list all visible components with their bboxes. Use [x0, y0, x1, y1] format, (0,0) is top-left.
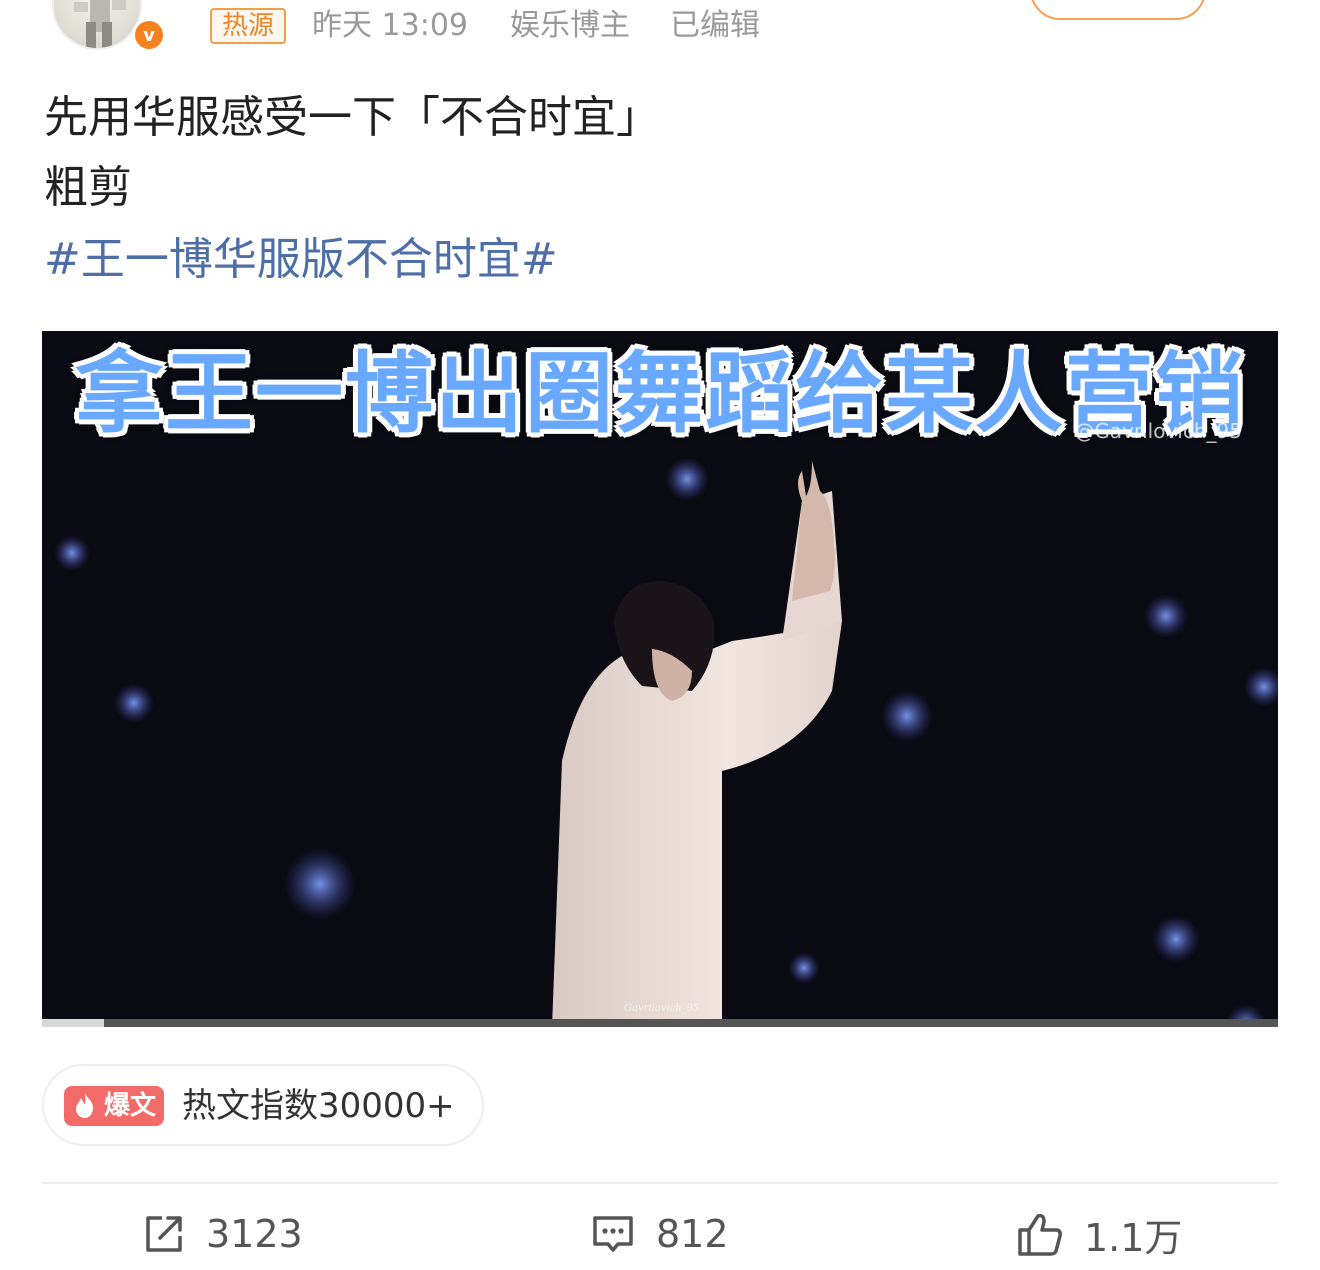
comment-button[interactable]: 812: [590, 1206, 729, 1262]
hashtag-link[interactable]: #王一博华服版不合时宜#: [44, 230, 558, 290]
edited-label[interactable]: 已编辑: [670, 6, 760, 46]
video-watermark-bottom: Gavrilovich_95: [624, 1003, 700, 1014]
video-player[interactable]: 拿王一博出圈舞蹈给某人营销 @Gavrilovich_95 Gavrilovic…: [42, 331, 1278, 1027]
video-progress-fill: [42, 1019, 104, 1027]
avatar-illustration: [74, 0, 126, 48]
baowen-tag: 爆文: [64, 1086, 165, 1126]
action-divider: [42, 1182, 1278, 1184]
follow-button[interactable]: [1030, 0, 1206, 20]
repost-count: 3123: [206, 1212, 303, 1256]
thumbs-up-icon: [1018, 1213, 1062, 1256]
avatar-container[interactable]: v: [44, 0, 166, 52]
repost-button[interactable]: 3123: [142, 1206, 303, 1262]
hot-index-badge[interactable]: 爆文 热文指数30000+: [42, 1064, 484, 1146]
baowen-label: 爆文: [104, 1091, 157, 1121]
like-count: 1.1万: [1084, 1215, 1183, 1260]
post-text-line-1: 先用华服感受一下「不合时宜」: [44, 92, 660, 143]
video-watermark: @Gavrilovich_95: [1074, 419, 1242, 443]
author-role: 娱乐博主: [510, 8, 630, 43]
flame-icon: [76, 1094, 93, 1118]
hot-source-tag[interactable]: 热源: [210, 8, 287, 44]
post-time: 昨天 13:09: [312, 8, 468, 43]
post-header: v 热源 昨天 13:09 娱乐博主 已编辑: [0, 0, 1320, 60]
repost-icon: [146, 1216, 182, 1252]
comment-icon: [593, 1216, 633, 1252]
avatar[interactable]: [52, 0, 142, 50]
comment-count: 812: [656, 1212, 729, 1256]
video-progress-bar[interactable]: [42, 1019, 1278, 1027]
hot-index-text: 热文指数30000+: [182, 1086, 455, 1126]
like-button[interactable]: 1.1万: [1016, 1206, 1182, 1262]
post-text-line-2: 粗剪: [44, 162, 132, 213]
verified-badge: v: [132, 18, 166, 52]
